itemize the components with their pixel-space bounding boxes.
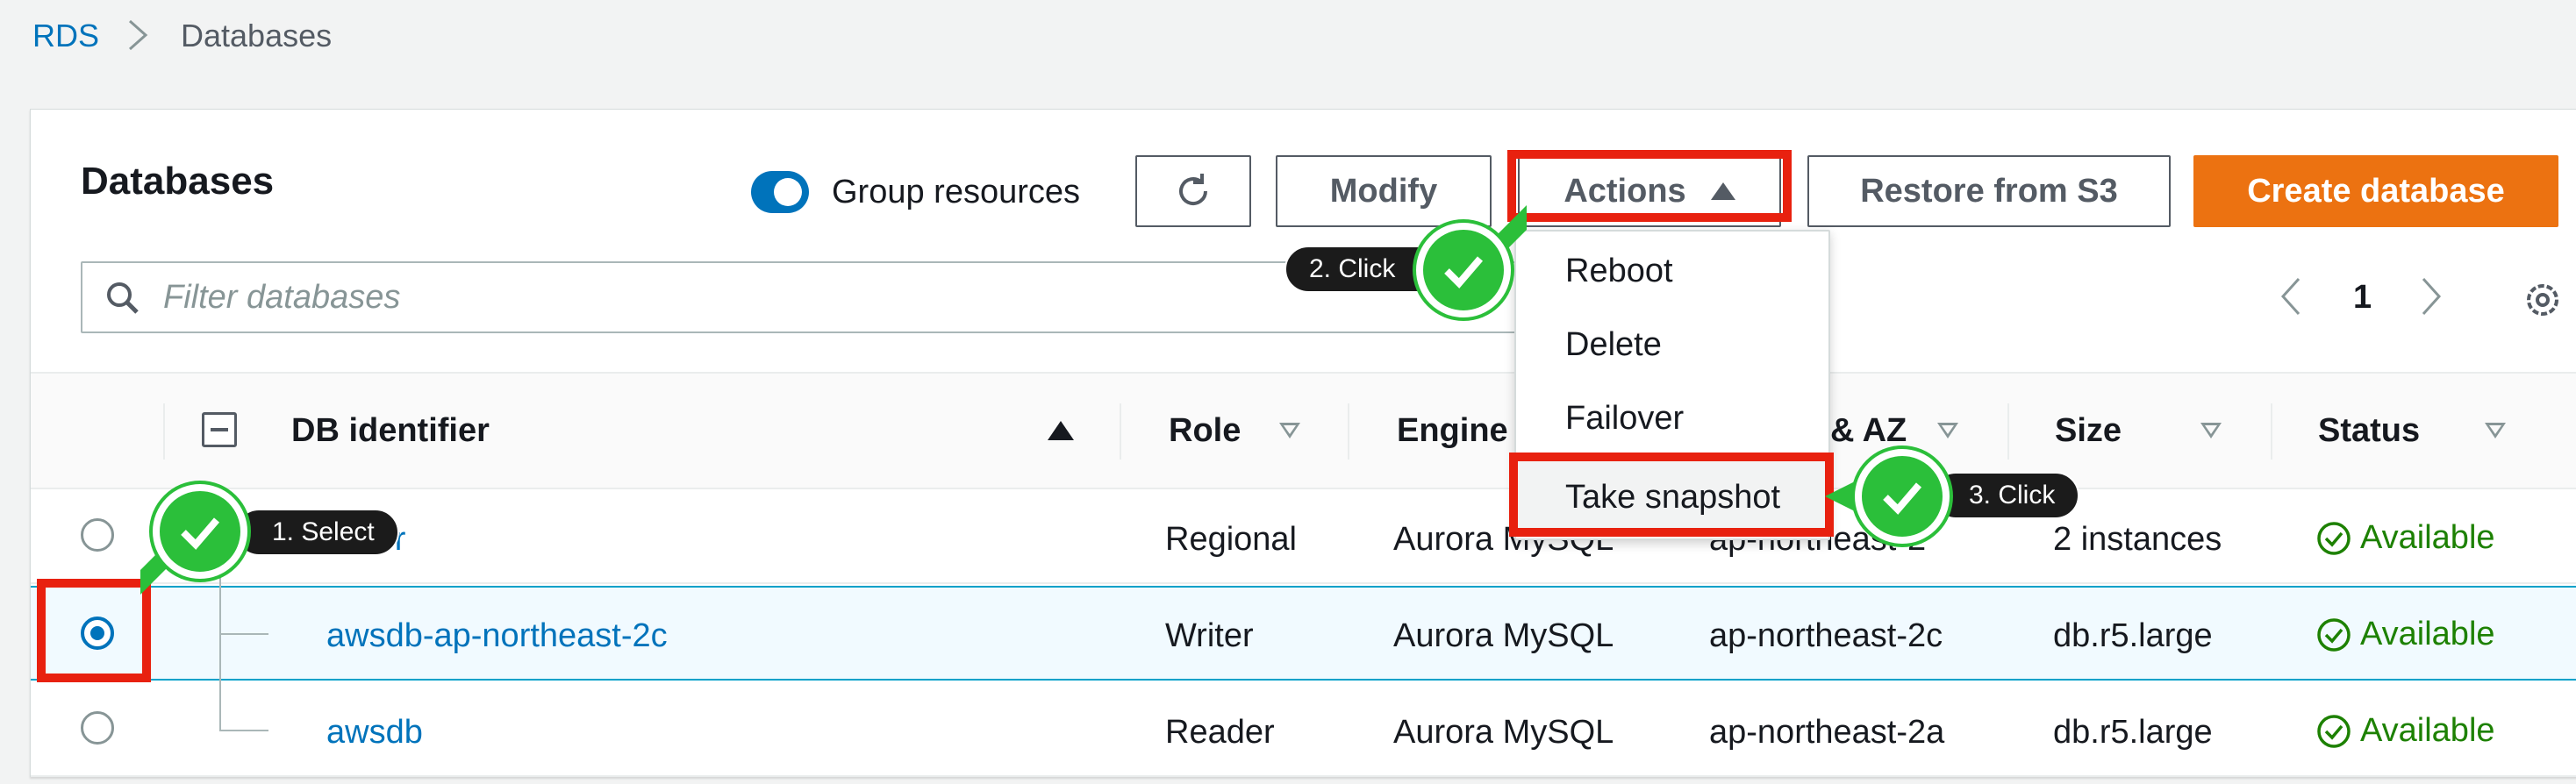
restore-from-s3-button[interactable]: Restore from S3 — [1807, 155, 2171, 227]
header-status[interactable]: Status — [2318, 412, 2420, 450]
check-circle-icon — [2317, 521, 2351, 555]
status-cell: Available — [2316, 712, 2495, 750]
check-circle-icon — [2317, 617, 2351, 652]
engine-cell: Aurora MySQL — [1393, 714, 1614, 751]
callout-label-select: 1. Select — [235, 509, 399, 556]
gear-icon[interactable] — [2522, 279, 2564, 321]
create-database-button[interactable]: Create database — [2193, 155, 2558, 227]
group-resources-toggle[interactable] — [751, 171, 809, 213]
refresh-button[interactable] — [1135, 155, 1251, 227]
region-cell: ap-northeast-2c — [1709, 617, 1943, 654]
header-db-identifier[interactable]: DB identifier — [291, 412, 490, 450]
status-cell: Available — [2316, 519, 2495, 557]
status-text: Available — [2360, 712, 2495, 749]
sort-icon — [2485, 423, 2506, 438]
callout-badge-actions — [1416, 223, 1511, 317]
size-cell: db.r5.large — [2053, 714, 2213, 751]
header-size[interactable]: Size — [2055, 412, 2122, 450]
chevron-right-icon[interactable] — [2418, 274, 2444, 319]
header-region-az[interactable]: & AZ — [1830, 412, 1907, 450]
tree-line — [219, 730, 268, 731]
modify-button[interactable]: Modify — [1276, 155, 1492, 227]
search-icon — [107, 282, 139, 314]
page-title: Databases — [81, 160, 275, 203]
take-snapshot-highlight — [1509, 453, 1834, 537]
column-divider — [163, 403, 165, 460]
size-cell: db.r5.large — [2053, 617, 2213, 654]
check-circle-icon — [2317, 714, 2351, 748]
header-role[interactable]: Role — [1169, 412, 1241, 450]
menu-item-delete[interactable]: Delete — [1565, 326, 1662, 364]
sort-icon — [1937, 423, 1958, 438]
db-identifier-link[interactable]: awsdb-ap-northeast-2c — [326, 617, 668, 655]
status-text: Available — [2360, 519, 2495, 556]
db-identifier-link[interactable]: awsdb — [326, 714, 423, 752]
role-cell: Writer — [1165, 617, 1254, 654]
checkmark-icon — [1444, 256, 1484, 289]
collapse-all-toggle[interactable] — [202, 412, 237, 447]
role-cell: Regional — [1165, 521, 1297, 558]
row-radio[interactable] — [81, 711, 114, 745]
callout-badge-select — [153, 484, 247, 579]
column-divider — [1120, 403, 1121, 460]
menu-item-reboot[interactable]: Reboot — [1565, 253, 1673, 290]
column-divider — [2271, 403, 2272, 460]
breadcrumb-current: Databases — [181, 18, 333, 53]
page-number[interactable]: 1 — [2353, 279, 2372, 317]
filter-placeholder: Filter databases — [163, 279, 401, 316]
status-text: Available — [2360, 616, 2495, 652]
breadcrumb-rds-link[interactable]: RDS — [32, 18, 99, 54]
header-engine[interactable]: Engine — [1397, 412, 1508, 450]
engine-cell: Aurora MySQL — [1393, 617, 1614, 654]
sort-ascending-icon — [1048, 421, 1074, 440]
size-cell: 2 instances — [2053, 521, 2222, 558]
status-cell: Available — [2316, 616, 2495, 653]
sort-icon — [2200, 423, 2222, 438]
menu-item-failover[interactable]: Failover — [1565, 400, 1684, 438]
tree-line — [219, 633, 268, 635]
chevron-left-icon[interactable] — [2278, 274, 2304, 319]
group-resources-label: Group resources — [832, 174, 1081, 210]
column-divider — [1348, 403, 1349, 460]
role-cell: Reader — [1165, 714, 1275, 751]
checkmark-icon — [1883, 482, 1922, 515]
refresh-icon — [1179, 174, 1207, 205]
region-cell: ap-northeast-2a — [1709, 714, 1945, 751]
sort-icon — [1279, 423, 1300, 438]
column-divider — [2007, 403, 2009, 460]
checkmark-icon — [181, 517, 220, 550]
row-radio[interactable] — [81, 518, 114, 552]
callout-label-snapshot: 3. Click — [1932, 472, 2080, 519]
chevron-right-icon — [129, 19, 148, 51]
toggle-knob — [774, 178, 802, 206]
callout-badge-snapshot — [1855, 449, 1950, 544]
actions-highlight — [1507, 150, 1792, 222]
